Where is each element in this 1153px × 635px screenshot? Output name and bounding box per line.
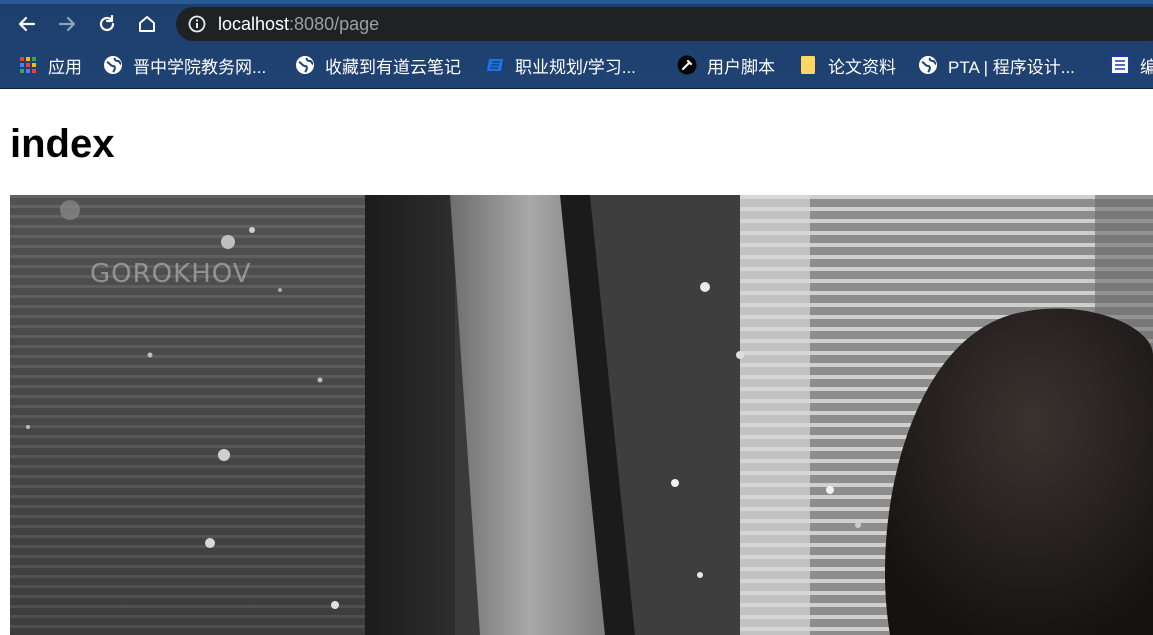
bookmark-jinzhong[interactable]: 晋中学院教务网... [103,52,266,78]
url-text[interactable]: localhost:8080/page [218,14,379,34]
bookmark-edit[interactable]: 编 [1110,52,1153,78]
forward-button[interactable] [52,9,82,39]
home-button[interactable] [132,9,162,39]
address-bar[interactable]: localhost:8080/page [176,7,1153,41]
bookmark-label: 晋中学院教务网... [133,57,267,77]
globe-icon [295,55,315,75]
bookmark-userscripts[interactable]: 用户脚本 [677,52,775,78]
bookmark-career[interactable]: 职业规划/学习... [485,52,636,78]
folder-icon [798,55,818,75]
forward-arrow-icon [58,16,76,32]
bookmark-label: 编 [1140,57,1153,77]
bookmark-label: 收藏到有道云笔记 [325,57,461,77]
back-arrow-icon [18,16,36,32]
bookmark-youdao[interactable]: 收藏到有道云笔记 [295,52,461,78]
bookmark-pta[interactable]: PTA | 程序设计... [918,52,1075,78]
url-host: localhost [218,14,290,34]
globe-icon [918,55,938,75]
script-icon [677,55,697,75]
reload-icon [99,14,115,32]
bookmark-papers[interactable]: 论文资料 [798,52,896,78]
bookmark-label: 应用 [48,57,82,77]
bookmark-apps[interactable]: 应用 [18,52,82,78]
blue-doc-icon [485,55,505,75]
bookmark-label: 用户脚本 [707,57,775,77]
home-icon [139,16,155,32]
bookmarks-bar: 应用 晋中学院教务网... 收藏到有道云笔记 职业规划/学习... 用户脚本 论… [0,49,1153,81]
bookmark-label: 论文资料 [828,57,896,77]
edit-icon [1110,55,1130,75]
hero-photo: GOROKHOV [10,195,1153,635]
bookmark-label: 职业规划/学习... [515,57,636,77]
globe-icon [103,55,123,75]
info-icon[interactable] [188,15,206,33]
url-path: :8080/page [289,14,380,34]
page-title: index [10,122,115,166]
browser-chrome: localhost:8080/page 应用 晋中学院教务网... 收藏到有道云… [0,0,1153,89]
bookmark-label: PTA | 程序设计... [948,57,1075,77]
photo-watermark: GOROKHOV [90,259,252,289]
back-button[interactable] [12,9,42,39]
reload-button[interactable] [92,9,122,39]
apps-grid-icon [18,55,38,75]
